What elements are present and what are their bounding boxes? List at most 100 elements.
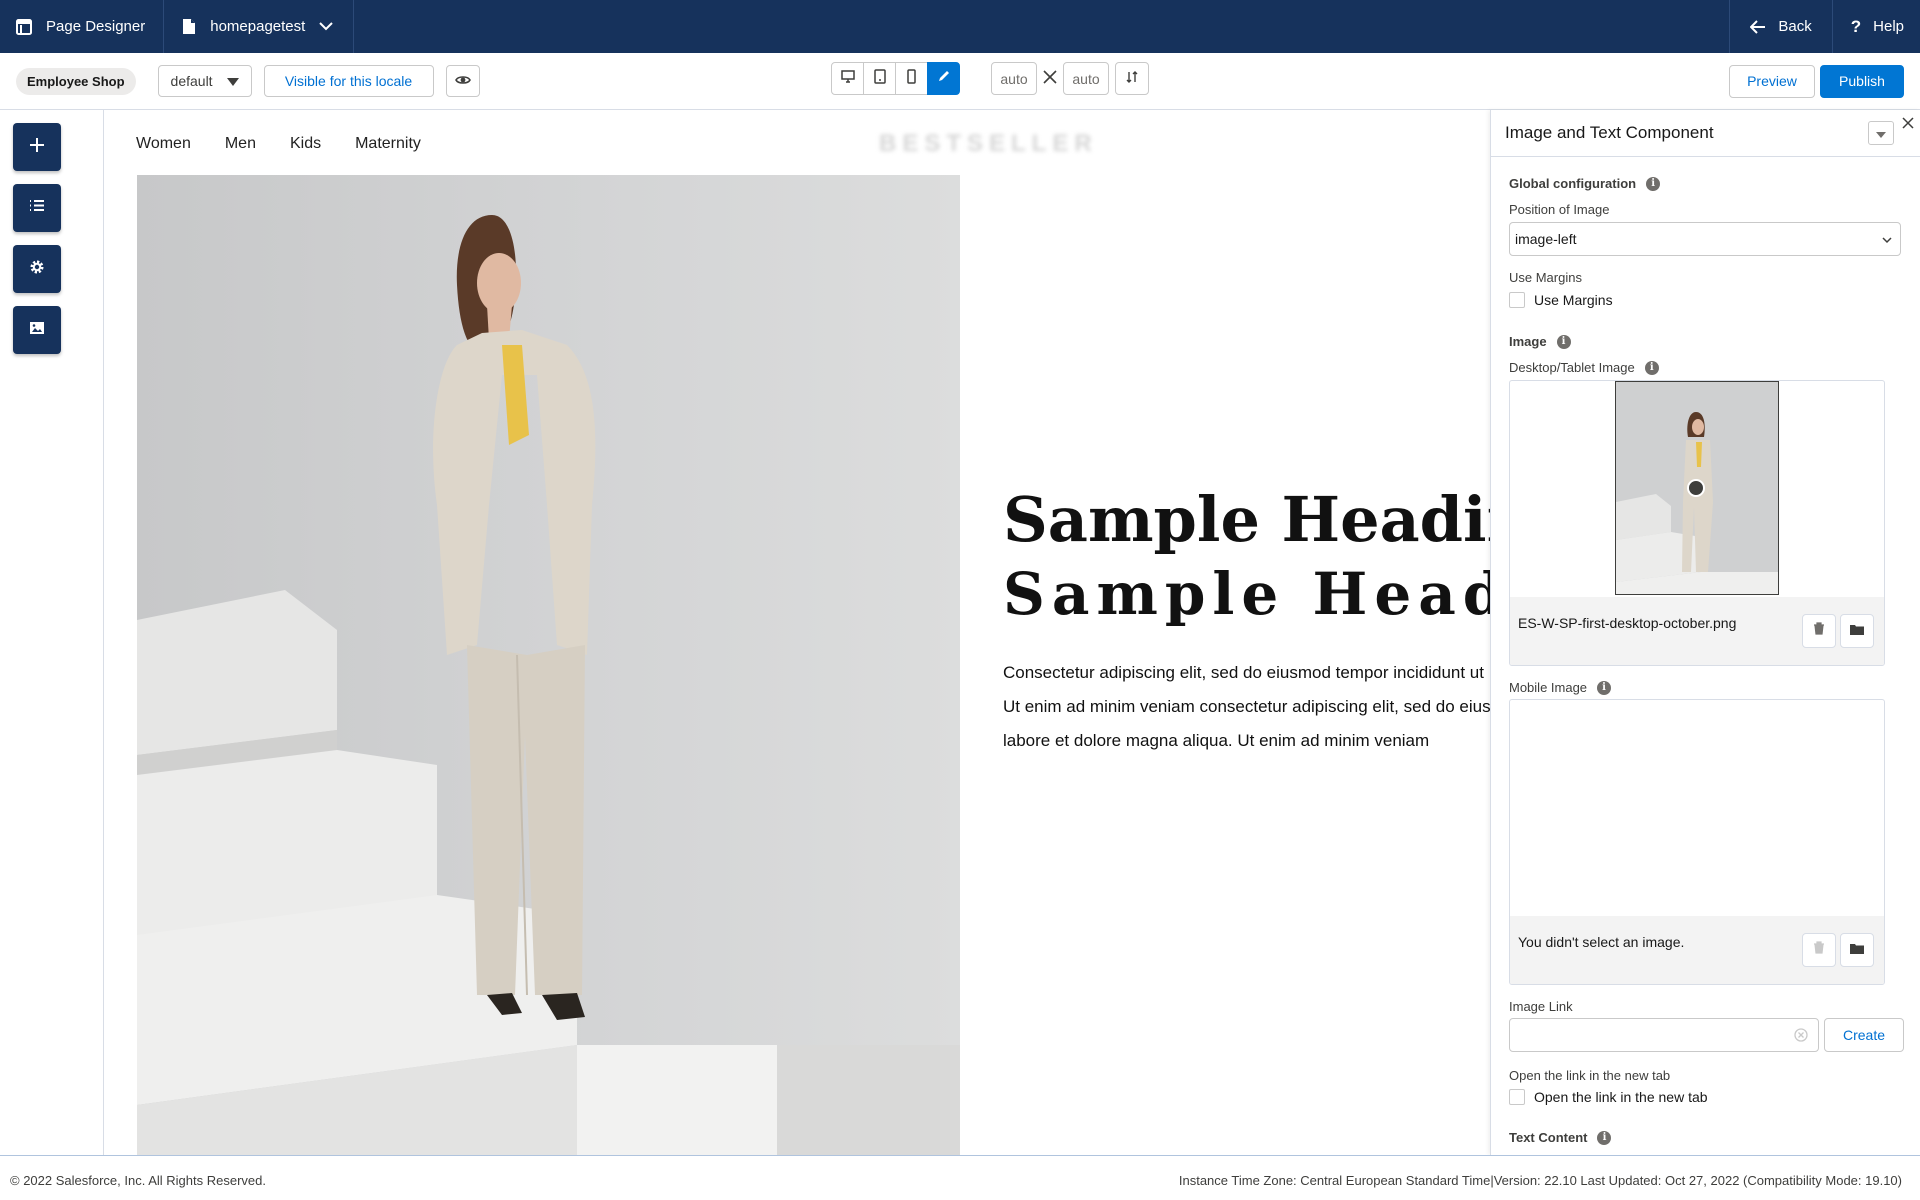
nav-item-maternity[interactable]: Maternity [355, 135, 421, 153]
folder-icon [1850, 622, 1864, 640]
use-margins-row[interactable]: Use Margins [1509, 292, 1613, 308]
caret-down-icon [1876, 123, 1886, 143]
visible-locale-button[interactable]: Visible for this locale [263, 65, 434, 97]
mobile-image-picker[interactable]: You didn't select an image. [1509, 699, 1885, 985]
desktop-image-label: Desktop/Tablet Image i [1509, 360, 1659, 375]
image-section-label: Image [1509, 334, 1547, 349]
position-select[interactable]: image-left [1509, 222, 1901, 256]
visibility-toggle-button[interactable] [445, 65, 480, 97]
desktop-image-thumbnail [1615, 381, 1779, 595]
app-title-label: Page Designer [46, 18, 146, 35]
desktop-image-picker[interactable]: ES-W-SP-first-desktop-october.png [1509, 380, 1885, 666]
help-icon: ? [1850, 16, 1862, 36]
mobile-view-button[interactable] [895, 62, 928, 95]
instance-info: Instance Time Zone: Central European Sta… [1178, 1173, 1902, 1188]
chevron-down-icon [319, 22, 334, 31]
global-config-label: Global configuration [1509, 176, 1637, 191]
info-icon[interactable]: i [1644, 360, 1659, 375]
info-icon[interactable]: i [1556, 334, 1571, 349]
use-margins-checkbox[interactable] [1509, 292, 1525, 308]
width-input[interactable]: auto [991, 62, 1037, 95]
create-label: Create [1842, 1027, 1886, 1043]
page-structure-button[interactable] [13, 184, 61, 232]
assets-button[interactable] [13, 306, 61, 354]
swap-dimensions-button[interactable] [1115, 62, 1149, 95]
component-properties-panel: Image and Text Component Global configur… [1490, 110, 1920, 1155]
locale-select[interactable]: default [157, 65, 252, 97]
height-value: auto [1072, 70, 1100, 87]
copyright-text: © 2022 Salesforce, Inc. All Rights Reser… [10, 1173, 266, 1188]
global-config-section: Global configuration i [1509, 176, 1661, 191]
file-icon [182, 18, 196, 35]
delete-desktop-image-button[interactable] [1802, 614, 1836, 648]
trash-icon [1813, 941, 1825, 959]
eye-icon [454, 73, 471, 89]
desktop-image-footer: ES-W-SP-first-desktop-october.png [1510, 597, 1884, 665]
status-footer: © 2022 Salesforce, Inc. All Rights Reser… [0, 1155, 1920, 1200]
use-margins-checkbox-label: Use Margins [1534, 292, 1613, 308]
browse-mobile-image-button[interactable] [1840, 933, 1874, 967]
new-tab-checkbox[interactable] [1509, 1089, 1525, 1105]
device-switcher [831, 62, 960, 95]
delete-mobile-image-button[interactable] [1802, 933, 1836, 967]
publish-label: Publish [1839, 73, 1885, 89]
position-label: Position of Image [1509, 202, 1609, 217]
page-name: homepagetest [210, 18, 306, 35]
nav-item-men[interactable]: Men [225, 135, 256, 153]
desktop-view-button[interactable] [831, 62, 864, 95]
new-tab-checkbox-label: Open the link in the new tab [1534, 1089, 1708, 1105]
back-button[interactable]: Back [1729, 0, 1831, 53]
page-settings-button[interactable] [13, 245, 61, 293]
folder-icon [1850, 941, 1864, 959]
mobile-image-label: Mobile Image i [1509, 680, 1612, 695]
info-icon[interactable]: i [1597, 1130, 1612, 1145]
preview-button[interactable]: Preview [1729, 64, 1815, 98]
gear-icon [29, 259, 45, 280]
new-tab-row[interactable]: Open the link in the new tab [1509, 1089, 1708, 1105]
nav-item-women[interactable]: Women [136, 135, 191, 153]
list-icon [29, 199, 45, 217]
top-bar: Page Designer homepagetest Back ? Help [0, 0, 1920, 53]
close-icon [1902, 114, 1914, 133]
height-input[interactable]: auto [1063, 62, 1109, 95]
heading-line-1: Sample Heading 1 [1003, 483, 1490, 556]
desktop-icon [840, 69, 855, 88]
width-value: auto [1000, 70, 1028, 87]
clear-icon[interactable] [1794, 1028, 1808, 1047]
body-line: Ut enim ad minim veniam consectetur adip… [1003, 697, 1490, 716]
position-label-text: Position of Image [1509, 202, 1610, 217]
publish-button[interactable]: Publish [1820, 64, 1904, 98]
create-link-button[interactable]: Create [1824, 1018, 1904, 1052]
info-icon[interactable]: i [1646, 176, 1661, 191]
page-selector[interactable]: homepagetest [164, 0, 355, 53]
help-button[interactable]: ? Help [1831, 0, 1920, 53]
page-designer-icon [16, 18, 32, 35]
browse-desktop-image-button[interactable] [1840, 614, 1874, 648]
times-icon [1043, 70, 1057, 89]
text-content-section: Text Content i [1509, 1130, 1612, 1145]
image-link-input[interactable] [1509, 1018, 1819, 1052]
body-text: Consectetur adipiscing elit, sed do eius… [1003, 656, 1490, 758]
tablet-view-button[interactable] [863, 62, 896, 95]
panel-menu-button[interactable] [1868, 121, 1894, 145]
visible-locale-label: Visible for this locale [284, 73, 413, 89]
hero-image[interactable] [137, 175, 960, 1155]
use-margins-label-text: Use Margins [1509, 270, 1582, 285]
chevron-down-icon [1882, 231, 1892, 247]
site-badge: Employee Shop [16, 67, 136, 95]
tablet-icon [873, 68, 886, 89]
new-tab-label-text: Open the link in the new tab [1509, 1068, 1671, 1083]
brand-logo: BESTSELLER [879, 130, 1098, 157]
close-panel-button[interactable] [1902, 114, 1914, 134]
image-link-label-text: Image Link [1509, 999, 1573, 1014]
nav-item-kids[interactable]: Kids [290, 135, 321, 153]
preview-label: Preview [1747, 73, 1797, 89]
site-nav: Women Men Kids Maternity [136, 135, 421, 153]
mobile-image-footer: You didn't select an image. [1510, 916, 1884, 984]
left-rail [0, 110, 104, 1155]
add-component-button[interactable] [13, 123, 61, 171]
caret-down-icon [226, 73, 239, 89]
custom-view-button[interactable] [927, 62, 960, 95]
app-title[interactable]: Page Designer [0, 0, 165, 53]
info-icon[interactable]: i [1597, 680, 1612, 695]
